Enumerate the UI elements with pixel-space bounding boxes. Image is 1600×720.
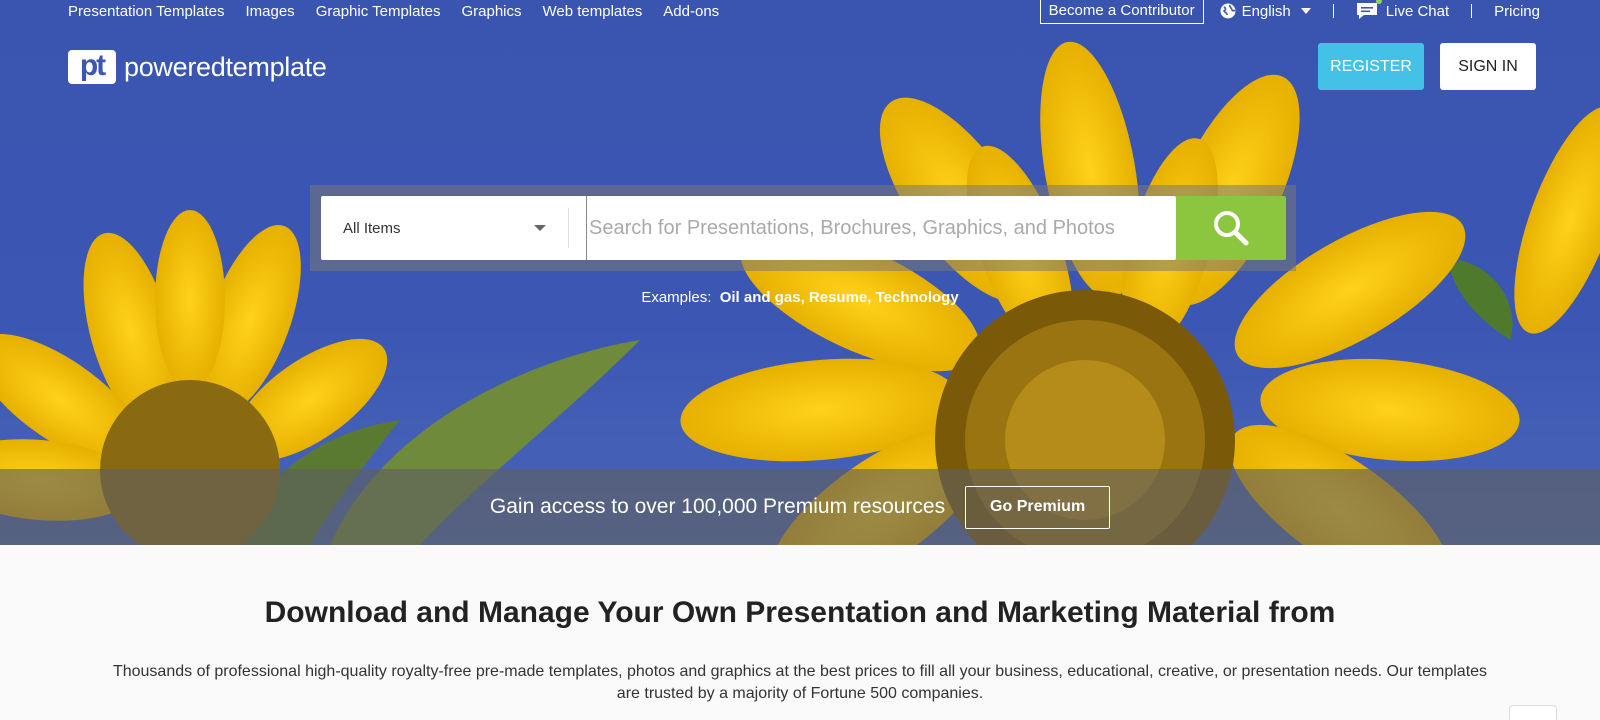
example-technology[interactable]: Technology xyxy=(876,289,959,306)
examples-label: Examples: xyxy=(641,289,712,306)
live-chat-link[interactable]: Live Chat xyxy=(1356,0,1450,20)
search-panel: All Items xyxy=(310,185,1296,271)
search-divider xyxy=(568,208,569,248)
register-button[interactable]: REGISTER xyxy=(1318,43,1424,90)
nav-images[interactable]: Images xyxy=(245,3,294,20)
utility-nav: Become a Contributor English Live Chat P… xyxy=(1039,0,1540,24)
example-oil-and-gas[interactable]: Oil and gas xyxy=(720,289,801,306)
logo-wordmark: poweredtemplate xyxy=(124,51,327,82)
scroll-to-top-button[interactable] xyxy=(1509,705,1557,720)
nav-web-templates[interactable]: Web templates xyxy=(543,3,643,20)
nav-presentation-templates[interactable]: Presentation Templates xyxy=(68,3,224,20)
nav-divider xyxy=(1471,4,1473,18)
sign-in-button[interactable]: SIGN IN xyxy=(1440,43,1536,90)
category-select[interactable]: All Items xyxy=(321,196,568,260)
category-select-value: All Items xyxy=(343,219,401,237)
language-selector[interactable]: English xyxy=(1220,3,1311,20)
online-indicator xyxy=(1375,0,1382,4)
language-label: English xyxy=(1241,2,1291,20)
page-description: Thousands of professional high-quality r… xyxy=(112,663,1488,702)
example-resume[interactable]: Resume xyxy=(809,289,867,306)
nav-add-ons[interactable]: Add-ons xyxy=(663,3,719,20)
hero-banner: Presentation Templates Images Graphic Te… xyxy=(0,0,1600,545)
search-box: All Items xyxy=(321,196,1176,260)
top-nav: Presentation Templates Images Graphic Te… xyxy=(68,0,719,22)
go-premium-button[interactable]: Go Premium xyxy=(965,485,1111,529)
chevron-down-icon xyxy=(534,225,546,231)
search-input[interactable] xyxy=(586,196,1166,260)
globe-icon xyxy=(1220,3,1236,19)
premium-band: Gain access to over 100,000 Premium reso… xyxy=(0,469,1600,545)
nav-graphics[interactable]: Graphics xyxy=(461,3,521,20)
pricing-link[interactable]: Pricing xyxy=(1494,3,1540,20)
chat-bubble-icon xyxy=(1356,3,1377,19)
page-heading: Download and Manage Your Own Presentatio… xyxy=(264,596,1336,629)
become-contributor-link[interactable]: Become a Contributor xyxy=(1039,0,1204,24)
nav-divider xyxy=(1332,4,1334,18)
live-chat-label: Live Chat xyxy=(1385,2,1450,20)
chevron-down-icon xyxy=(1300,8,1311,14)
search-button[interactable] xyxy=(1176,196,1286,260)
magnifier-icon xyxy=(1214,211,1249,246)
site-logo[interactable]: pt poweredtemplate xyxy=(68,50,327,84)
logo-mark: pt xyxy=(68,50,116,84)
premium-text: Gain access to over 100,000 Premium reso… xyxy=(489,495,946,518)
search-examples: Examples: Oil and gas, Resume, Technolog… xyxy=(641,289,959,306)
nav-graphic-templates[interactable]: Graphic Templates xyxy=(316,3,441,20)
